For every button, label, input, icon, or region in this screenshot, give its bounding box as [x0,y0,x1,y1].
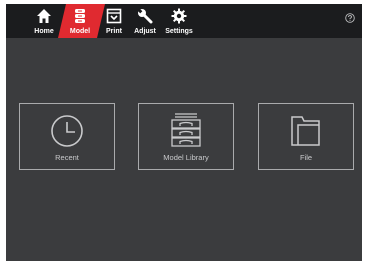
help-icon[interactable] [345,13,355,23]
nav-settings[interactable]: Settings [163,4,195,38]
home-icon [37,9,51,23]
model-library-tile[interactable]: Model Library [138,103,234,170]
recent-tile[interactable]: Recent [19,103,115,170]
nav-print[interactable]: Print [104,4,124,38]
nav-home-label: Home [34,28,54,35]
clock-icon [51,115,83,147]
print-icon [106,8,122,24]
nav-model-label: Model [69,28,91,35]
nav-home[interactable]: Home [32,4,56,38]
model-library-tile-label: Model Library [163,153,209,162]
nav-adjust-label: Adjust [134,28,156,35]
nav-print-label: Print [106,28,122,35]
model-stack-icon [75,9,85,23]
app-window: Home Model Print Adjust Settings Recent … [6,4,362,261]
folder-icon [291,116,320,146]
nav-adjust[interactable]: Adjust [131,4,159,38]
nav-settings-label: Settings [165,28,193,35]
drawers-icon [171,113,201,147]
file-tile[interactable]: File [258,103,354,170]
nav-model[interactable]: Model [67,4,93,38]
file-tile-label: File [299,153,313,162]
gear-icon [171,8,187,24]
wrench-icon [137,8,153,24]
recent-tile-label: Recent [55,153,79,162]
top-toolbar: Home Model Print Adjust Settings [6,4,362,38]
